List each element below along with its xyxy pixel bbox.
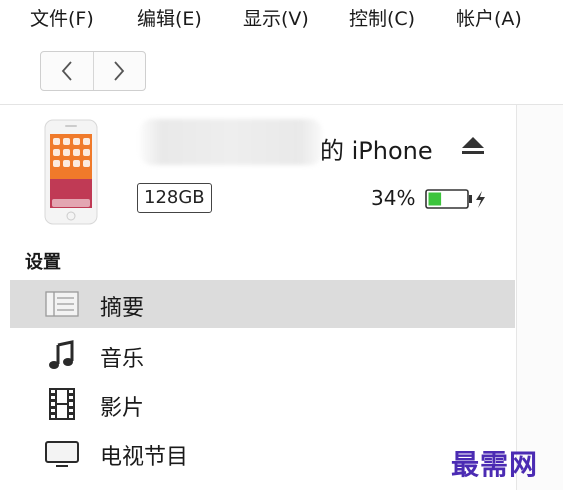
- menu-controls[interactable]: 控制(C): [349, 4, 415, 31]
- sidebar-item-label: 摘要: [100, 296, 145, 321]
- back-button[interactable]: [41, 52, 93, 90]
- capacity-badge: 128GB: [137, 183, 212, 213]
- menu-view[interactable]: 显示(V): [243, 4, 309, 31]
- watermark: 最需网: [451, 448, 539, 481]
- battery-icon: [425, 189, 485, 209]
- battery-percentage: 34%: [371, 186, 416, 210]
- battery-fill: [428, 192, 442, 206]
- back-forward-group: [40, 51, 146, 91]
- tv-icon: [45, 441, 79, 467]
- menu-file[interactable]: 文件(F): [30, 4, 94, 31]
- eject-icon[interactable]: [460, 135, 486, 157]
- forward-button[interactable]: [92, 52, 146, 90]
- sidebar-item-summary[interactable]: 摘要: [10, 280, 515, 328]
- chevron-left-icon: [61, 61, 72, 81]
- film-icon: [49, 388, 75, 420]
- charging-bolt-icon: [476, 191, 485, 208]
- device-owner-blurred: [140, 119, 322, 165]
- sidebar-item-tv-shows[interactable]: 电视节目: [10, 429, 515, 477]
- list-icon: [45, 291, 79, 317]
- sidebar-item-movies[interactable]: 影片: [10, 380, 515, 428]
- chevron-right-icon: [114, 61, 125, 81]
- music-note-icon: [49, 340, 74, 369]
- menu-account[interactable]: 帐户(A): [456, 4, 522, 31]
- settings-section-label: 设置: [25, 252, 61, 273]
- menu-edit[interactable]: 编辑(E): [137, 4, 202, 31]
- content-pane: [517, 105, 563, 490]
- iphone-thumbnail[interactable]: [44, 119, 98, 225]
- sidebar-item-label: 影片: [100, 396, 145, 421]
- sidebar: 的 iPhone 128GB 34% 设置 摘要 音乐 影片 电视节目: [0, 105, 517, 490]
- sidebar-item-label: 音乐: [100, 347, 145, 372]
- device-name: 的 iPhone: [320, 137, 433, 165]
- navigation-bar: [0, 40, 563, 105]
- sidebar-item-music[interactable]: 音乐: [10, 331, 515, 379]
- menu-bar: 文件(F) 编辑(E) 显示(V) 控制(C) 帐户(A): [0, 0, 563, 40]
- sidebar-item-label: 电视节目: [100, 445, 189, 470]
